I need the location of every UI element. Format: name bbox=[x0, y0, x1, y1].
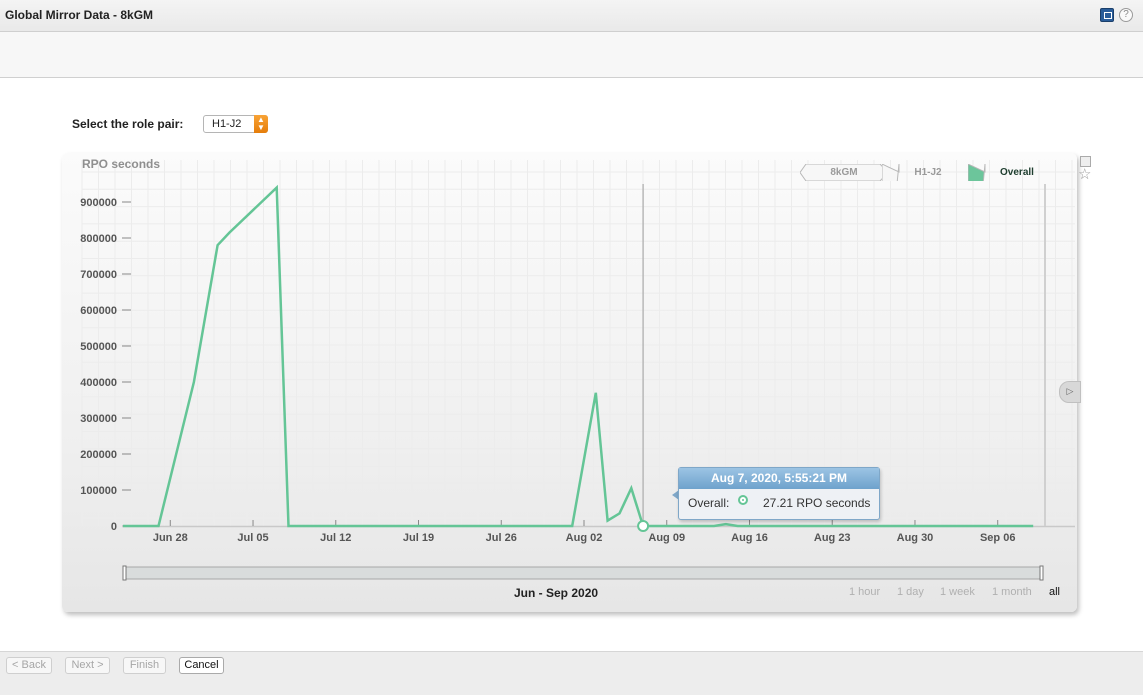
x-tick-label: Jul 05 bbox=[237, 532, 268, 544]
y-tick-label: 600000 bbox=[80, 305, 117, 317]
data-tooltip: Aug 7, 2020, 5:55:21 PM Overall: 27.21 R… bbox=[678, 467, 880, 520]
x-tick-label: Aug 30 bbox=[897, 532, 934, 544]
cancel-button[interactable]: Cancel bbox=[179, 657, 224, 674]
y-tick-label: 0 bbox=[111, 521, 117, 533]
zoom-1-month[interactable]: 1 month bbox=[992, 586, 1032, 598]
x-tick-label: Jul 19 bbox=[403, 532, 434, 544]
expand-panel-tab[interactable]: ▷ bbox=[1059, 381, 1081, 403]
tooltip-series-label: Overall: bbox=[688, 496, 730, 510]
breadcrumb-overall[interactable]: Overall bbox=[968, 164, 1066, 181]
y-tick-label: 400000 bbox=[80, 377, 117, 389]
series-marker-icon bbox=[738, 495, 748, 505]
range-handle-right bbox=[1039, 565, 1044, 581]
zoom-1-hour[interactable]: 1 hour bbox=[849, 586, 880, 598]
breadcrumb-label: 8kGM bbox=[830, 167, 858, 178]
range-handle-left bbox=[122, 565, 127, 581]
zoom-1-day[interactable]: 1 day bbox=[897, 586, 924, 598]
x-tick-label: Aug 09 bbox=[648, 532, 685, 544]
x-tick-label: Aug 23 bbox=[814, 532, 851, 544]
x-tick-label: Jul 26 bbox=[486, 532, 517, 544]
y-tick-label: 300000 bbox=[80, 413, 117, 425]
star-icon[interactable]: ☆ bbox=[1078, 165, 1091, 183]
x-tick-label: Sep 06 bbox=[980, 532, 1015, 544]
tooltip-value: 27.21 RPO seconds bbox=[763, 496, 871, 510]
y-tick-label: 200000 bbox=[80, 449, 117, 461]
next-button[interactable]: Next > bbox=[65, 657, 110, 674]
x-tick-label: Aug 02 bbox=[566, 532, 603, 544]
y-tick-label: 100000 bbox=[80, 485, 117, 497]
breadcrumb-8kgm[interactable]: 8kGM bbox=[800, 164, 888, 181]
breadcrumb-label: H1-J2 bbox=[914, 167, 942, 178]
finish-button[interactable]: Finish bbox=[123, 657, 166, 674]
highlight-point bbox=[637, 519, 650, 532]
zoom-1-week[interactable]: 1 week bbox=[940, 586, 975, 598]
y-tick-label: 900000 bbox=[80, 197, 117, 209]
y-axis-title: RPO seconds bbox=[82, 157, 161, 171]
range-navigator bbox=[124, 566, 1042, 580]
x-tick-label: Jul 12 bbox=[320, 532, 351, 544]
y-tick-label: 700000 bbox=[80, 269, 117, 281]
y-tick-label: 500000 bbox=[80, 341, 117, 353]
range-label: Jun - Sep 2020 bbox=[514, 586, 599, 600]
x-tick-label: Aug 16 bbox=[731, 532, 768, 544]
zoom-all[interactable]: all bbox=[1049, 586, 1060, 598]
y-tick-label: 800000 bbox=[80, 233, 117, 245]
tooltip-title: Aug 7, 2020, 5:55:21 PM bbox=[679, 468, 879, 489]
breadcrumb-h1-j2[interactable]: H1-J2 bbox=[882, 164, 974, 181]
footer-bar bbox=[0, 651, 1143, 695]
series-line-overall bbox=[123, 184, 1034, 528]
x-tick-label: Jun 28 bbox=[153, 532, 188, 544]
breadcrumb-label: Overall bbox=[1000, 167, 1034, 178]
expand-icon: ▷ bbox=[1066, 386, 1074, 396]
back-button[interactable]: < Back bbox=[6, 657, 52, 674]
